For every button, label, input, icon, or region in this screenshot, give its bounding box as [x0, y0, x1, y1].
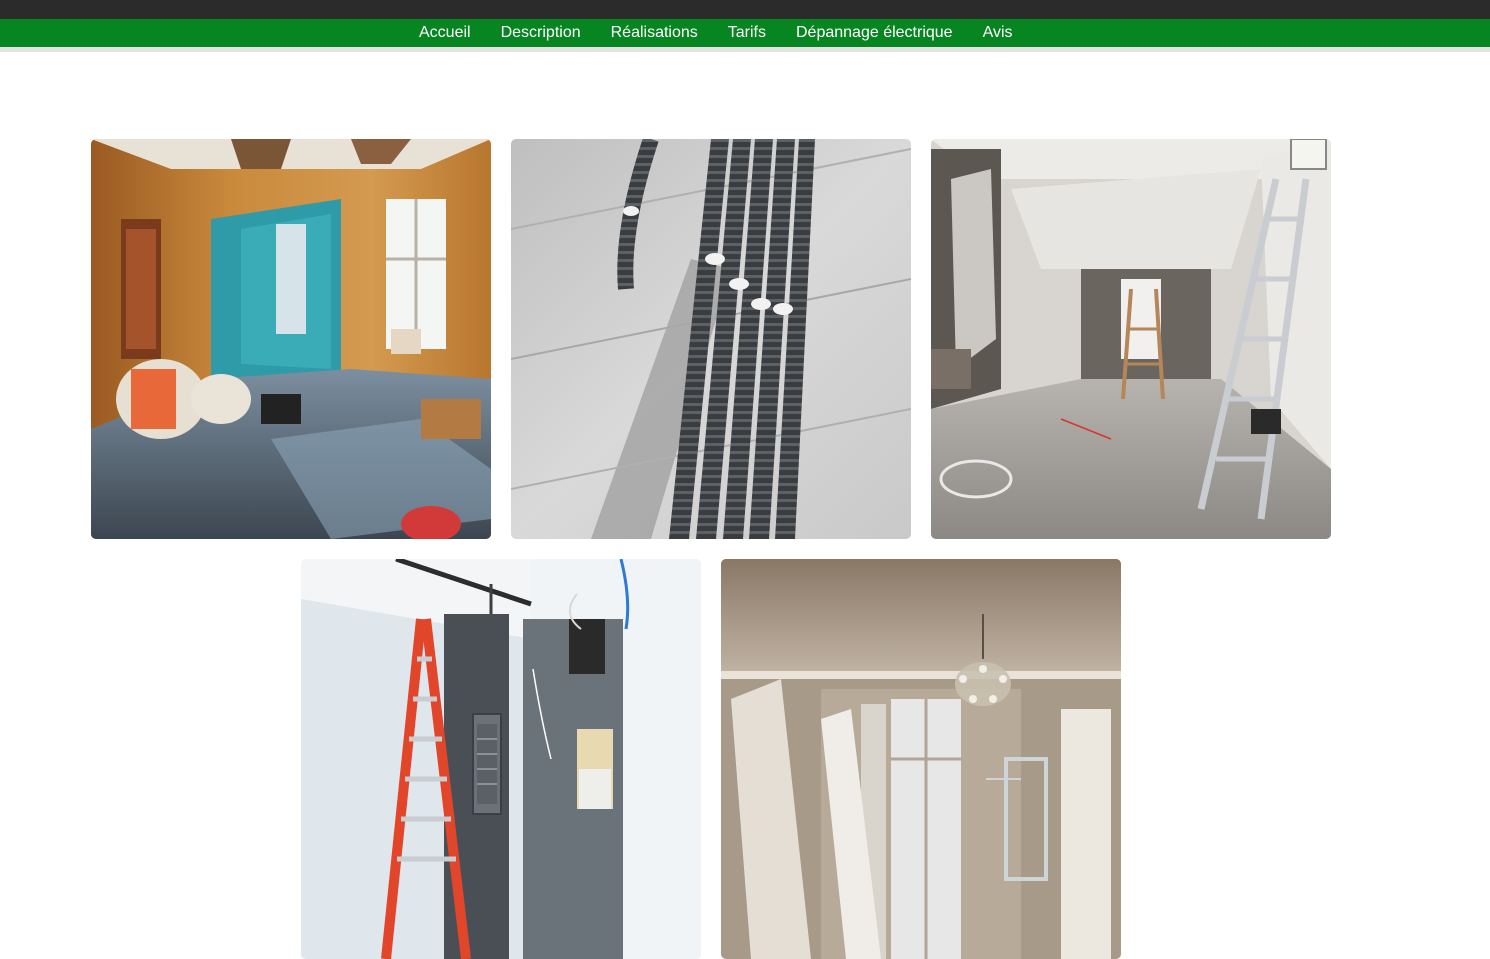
photo-electrical-conduits-on-wall[interactable]: [511, 139, 911, 539]
nav-item-description[interactable]: Description: [486, 19, 596, 47]
nav-item-depannage-electrique[interactable]: Dépannage électrique: [781, 19, 968, 47]
top-bar: [0, 0, 1490, 19]
photo-renovation-room-ladder[interactable]: [931, 139, 1331, 539]
nav-divider: [0, 47, 1490, 52]
photo-renovation-room-peeling-walls[interactable]: [91, 139, 491, 539]
main-navigation: Accueil Description Réalisations Tarifs …: [0, 19, 1490, 47]
photo-electrical-panel-ladder[interactable]: [301, 559, 701, 959]
nav-menu: Accueil Description Réalisations Tarifs …: [404, 19, 1028, 47]
nav-item-accueil[interactable]: Accueil: [404, 19, 486, 47]
nav-item-avis[interactable]: Avis: [968, 19, 1028, 47]
nav-item-tarifs[interactable]: Tarifs: [713, 19, 781, 47]
nav-item-realisations[interactable]: Réalisations: [596, 19, 713, 47]
photo-room-chandelier-windows[interactable]: [721, 559, 1121, 959]
